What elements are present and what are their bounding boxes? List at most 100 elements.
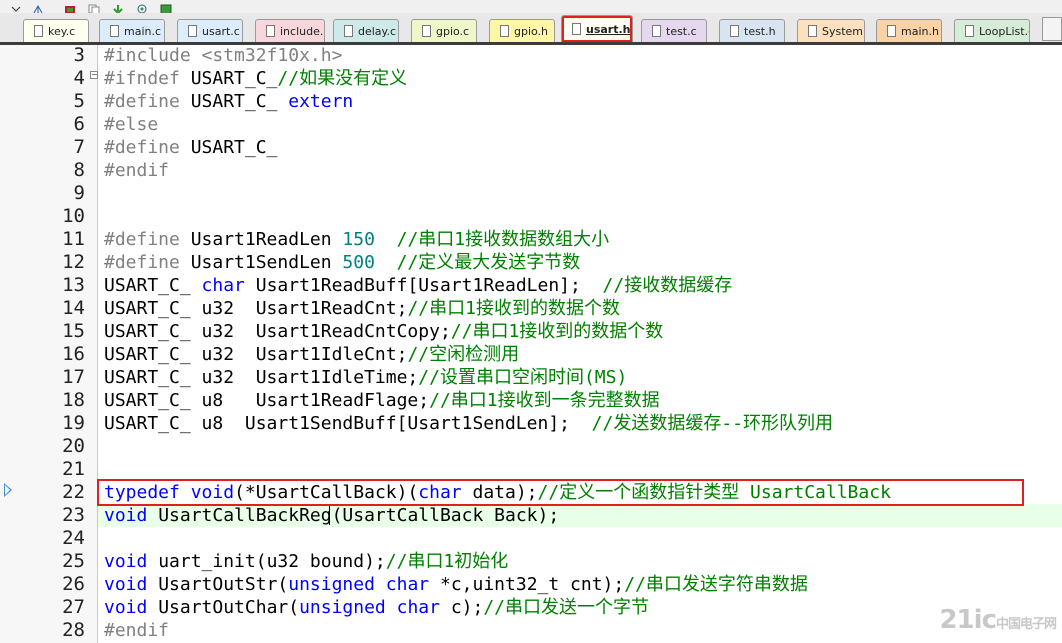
line-number: 13 (62, 274, 85, 296)
code-text: #define Usart1SendLen 500 //定义最大发送字节数 (104, 251, 580, 274)
tab-system-c[interactable]: System.c (797, 19, 865, 42)
code-token: USART_C_ u8 Usart1ReadFlage; (104, 390, 430, 411)
tab-label: usart.c (202, 24, 240, 38)
tab-label: test.c (666, 24, 697, 38)
tab-label: main.c (124, 24, 162, 38)
line-number: 10 (62, 205, 85, 227)
code-line: 25 void uart_init(u32 bound);//串口1初始化 (0, 550, 1062, 573)
tab-delay-c[interactable]: delay.c (333, 19, 399, 42)
branch-icon[interactable] (32, 0, 44, 14)
active-tab-highlight-box (562, 16, 632, 42)
code-token: //设置串口空闲时间(MS) (418, 367, 628, 388)
code-token: //定义最大发送字节数 (396, 252, 581, 273)
download-icon[interactable] (112, 0, 124, 15)
file-icon (808, 25, 817, 37)
code-line: 17 USART_C_ u32 Usart1IdleTime;//设置串口空闲时间… (0, 366, 1062, 389)
tab-test-c[interactable]: test.c (641, 19, 707, 42)
build-icon[interactable] (64, 0, 76, 14)
code-token: //接收数据缓存 (602, 275, 733, 296)
code-token: #else (104, 114, 159, 135)
code-token: #define (104, 137, 191, 158)
code-token: unsigned (288, 574, 375, 595)
code-token: 500 (342, 252, 375, 273)
tab-include-h[interactable]: include.h (255, 19, 325, 42)
watermark-logo: 21ic中国电子网 (939, 605, 1057, 635)
code-line: 15 USART_C_ u32 Usart1ReadCntCopy;//串口1接收… (0, 320, 1062, 343)
tab-main-c[interactable]: main.c (99, 19, 165, 42)
line-number: 26 (62, 573, 85, 595)
code-token: uart_init(u32 bound); (147, 551, 386, 572)
code-token: //串口发送字符串数据 (624, 574, 808, 595)
file-icon (887, 25, 896, 37)
code-token: //串口1接收到的数据个数 (450, 321, 664, 342)
code-line: 14 USART_C_ u32 Usart1ReadCnt;//串口1接收到的数据… (0, 297, 1062, 320)
dropdown-icon[interactable] (10, 0, 22, 12)
code-token: USART_C_ u32 Usart1ReadCntCopy; (104, 321, 451, 342)
code-text: #ifndef USART_C_//如果没有定义 (104, 67, 407, 90)
code-text: USART_C_ u32 Usart1ReadCntCopy;//串口1接收到的… (104, 320, 663, 343)
code-text: void UsartCallBackReg(UsartCallBack Back… (104, 504, 559, 527)
code-token: USART_C_ (190, 91, 289, 112)
tab-label: main.h (901, 24, 939, 38)
code-token: extern (288, 91, 354, 112)
tab-gpio-c[interactable]: gpio.c (411, 19, 477, 42)
code-token: #ifndef (104, 68, 191, 89)
code-line: 26 void UsartOutStr(unsigned char *c,uint… (0, 573, 1062, 596)
watermark-sub: 中国电子网 (995, 617, 1057, 632)
tab-label: test.h (744, 24, 776, 38)
code-line: 20 (0, 435, 1062, 458)
line-number: 14 (62, 297, 85, 319)
code-line: 12 #define Usart1SendLen 500 //定义最大发送字节数 (0, 251, 1062, 274)
file-icon (188, 25, 197, 37)
watermark-main: 21ic (939, 605, 997, 635)
code-token: USART_C_ (190, 68, 278, 89)
code-line: 16 USART_C_ u32 Usart1IdleCnt;//空闲检测用 (0, 343, 1062, 366)
copy-icon[interactable] (88, 0, 100, 16)
target-icon[interactable] (136, 0, 148, 14)
code-token: char (396, 597, 440, 618)
tab-looplist-c[interactable]: LoopList.c (954, 19, 1030, 42)
file-icon (730, 25, 739, 37)
line-number: 3 (73, 44, 85, 66)
code-line: 9 (0, 182, 1062, 205)
file-icon (34, 25, 43, 37)
tab-scroll-button[interactable] (1042, 17, 1062, 41)
code-token: Usart1ReadLen (190, 229, 343, 250)
code-text: #endif (104, 159, 169, 182)
tab-usart-h[interactable]: usart.h (561, 15, 633, 42)
tab-label: delay.c (358, 24, 397, 38)
file-icon (110, 25, 119, 37)
code-line: 24 (0, 527, 1062, 550)
code-token: //串口发送一个字节 (483, 597, 650, 618)
code-token: *c,uint32_t cnt); (429, 574, 625, 595)
line-number: 7 (73, 136, 85, 158)
tab-key-c[interactable]: key.c (23, 19, 89, 42)
line-number: 18 (62, 389, 85, 411)
code-token: void (104, 505, 148, 526)
code-text: USART_C_ char Usart1ReadBuff[Usart1ReadL… (104, 274, 732, 297)
tab-gpio-h[interactable]: gpio.h (489, 19, 555, 42)
tab-label: gpio.h (514, 24, 549, 38)
line-number: 11 (62, 228, 85, 250)
code-line: 27 void UsartOutChar(unsigned char c);//串… (0, 596, 1062, 619)
file-icon (965, 25, 974, 37)
code-line: 4 #ifndef USART_C_//如果没有定义 (0, 67, 1062, 90)
code-line: 28 #endif (0, 619, 1062, 642)
line-number: 23 (62, 504, 85, 526)
code-token: #endif (104, 620, 170, 641)
grid-icon[interactable] (160, 0, 172, 15)
code-token: UsartCallBackReg(UsartCallBack Back); (147, 505, 560, 526)
code-text: void UsartOutChar(unsigned char c);//串口发… (104, 596, 649, 619)
code-token: USART_C_ (104, 275, 202, 296)
tab-test-h[interactable]: test.h (719, 19, 785, 42)
tab-main-h[interactable]: main.h (876, 19, 942, 42)
file-icon (422, 25, 431, 37)
line-number: 22 (62, 481, 85, 503)
code-text: USART_C_ u8 Usart1ReadFlage;//串口1接收到一条完整… (104, 389, 660, 412)
code-token: USART_C_ u8 Usart1SendBuff[Usart1SendLen… (104, 413, 592, 434)
toolbar (0, 0, 1062, 16)
code-token: #define (104, 252, 191, 273)
code-token: c); (439, 597, 484, 618)
tab-usart-c[interactable]: usart.c (177, 19, 243, 42)
